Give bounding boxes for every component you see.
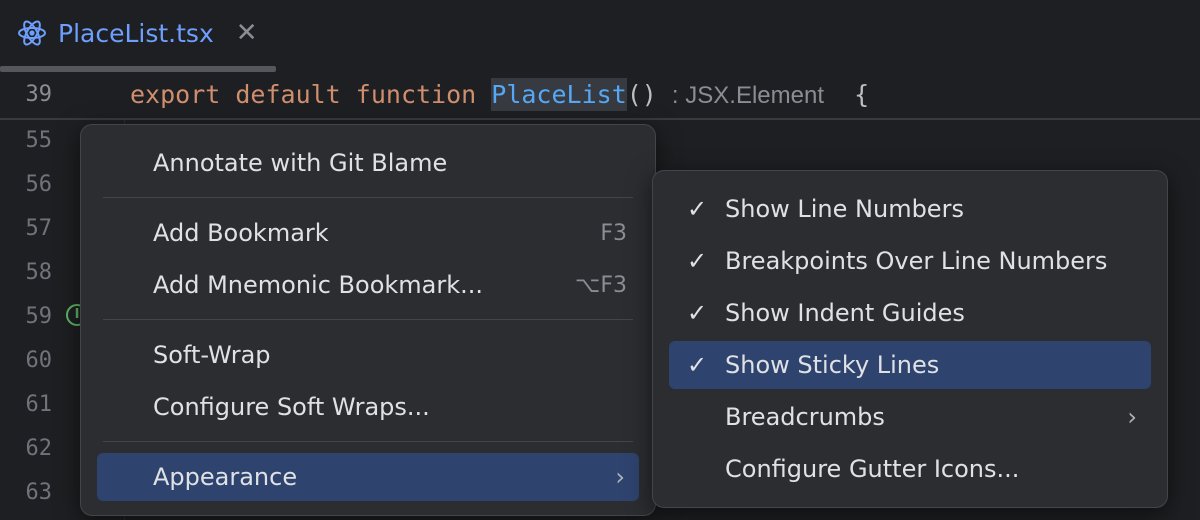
- menu-item-show-line-numbers[interactable]: ✓ Show Line Numbers: [669, 185, 1151, 233]
- line-number: 57: [25, 216, 53, 241]
- editor-gutter-context-menu: Annotate with Git Blame Add Bookmark F3 …: [80, 124, 656, 516]
- close-icon[interactable]: ✕: [236, 18, 258, 48]
- line-number: 55: [25, 128, 53, 153]
- menu-item-breakpoints-over-line-numbers[interactable]: ✓ Breakpoints Over Line Numbers: [669, 237, 1151, 285]
- sticky-line[interactable]: 39 export default function PlaceList() :…: [0, 74, 1200, 120]
- menu-item-label: Breakpoints Over Line Numbers: [725, 247, 1108, 275]
- type-hint: : JSX.Element: [671, 82, 824, 109]
- menu-item-configure-gutter-icons[interactable]: Configure Gutter Icons...: [669, 445, 1151, 493]
- chevron-right-icon: ›: [615, 463, 625, 491]
- menu-item-label: Show Indent Guides: [725, 299, 965, 327]
- menu-item-add-bookmark[interactable]: Add Bookmark F3: [97, 209, 639, 257]
- menu-item-label: Configure Soft Wraps...: [153, 393, 430, 421]
- menu-item-breadcrumbs[interactable]: Breadcrumbs ›: [669, 393, 1151, 441]
- menu-item-label: Soft-Wrap: [153, 341, 271, 369]
- sticky-code: export default function PlaceList() : JS…: [130, 78, 870, 111]
- menu-item-label: Add Mnemonic Bookmark...: [153, 271, 484, 299]
- menu-item-label: Appearance: [153, 463, 298, 491]
- chevron-right-icon: ›: [1127, 403, 1137, 431]
- keyword-export: export: [130, 80, 221, 109]
- function-name[interactable]: PlaceList: [491, 78, 627, 111]
- parens: (): [626, 80, 657, 109]
- shortcut-label: ⌥F3: [574, 272, 627, 298]
- menu-separator: [103, 319, 633, 320]
- menu-separator: [103, 441, 633, 442]
- appearance-submenu: ✓ Show Line Numbers ✓ Breakpoints Over L…: [652, 170, 1168, 508]
- menu-item-annotate-git-blame[interactable]: Annotate with Git Blame: [97, 139, 639, 187]
- open-brace: {: [854, 80, 870, 109]
- react-icon: [18, 20, 46, 46]
- line-number: 39: [25, 82, 53, 107]
- menu-item-soft-wrap[interactable]: Soft-Wrap: [97, 331, 639, 379]
- menu-item-label: Breadcrumbs: [725, 403, 885, 431]
- line-number: 60: [25, 348, 53, 373]
- check-icon: ✓: [687, 247, 708, 275]
- editor-tab-bar: PlaceList.tsx ✕: [0, 0, 1200, 72]
- keyword-default: default: [235, 80, 341, 109]
- check-icon: ✓: [687, 299, 708, 327]
- menu-item-label: Add Bookmark: [153, 219, 329, 247]
- line-number: 58: [25, 260, 53, 285]
- tab-placelist[interactable]: PlaceList.tsx ✕: [0, 0, 258, 66]
- menu-item-configure-soft-wraps[interactable]: Configure Soft Wraps...: [97, 383, 639, 431]
- menu-item-show-sticky-lines[interactable]: ✓ Show Sticky Lines: [669, 341, 1151, 389]
- active-tab-indicator: [0, 66, 276, 72]
- menu-item-show-indent-guides[interactable]: ✓ Show Indent Guides: [669, 289, 1151, 337]
- line-number: 56: [25, 172, 53, 197]
- tab-title: PlaceList.tsx: [58, 18, 214, 48]
- check-icon: ✓: [687, 351, 708, 379]
- menu-separator: [103, 197, 633, 198]
- line-number: 63: [25, 480, 53, 505]
- check-icon: ✓: [687, 195, 708, 223]
- shortcut-label: F3: [600, 220, 627, 246]
- menu-item-label: Show Line Numbers: [725, 195, 964, 223]
- menu-item-label: Configure Gutter Icons...: [725, 455, 1020, 483]
- menu-item-appearance[interactable]: Appearance ›: [97, 453, 639, 501]
- keyword-function: function: [355, 80, 477, 109]
- line-number: 59: [25, 304, 53, 329]
- menu-item-label: Show Sticky Lines: [725, 351, 940, 379]
- line-number: 62: [25, 436, 53, 461]
- menu-item-add-mnemonic-bookmark[interactable]: Add Mnemonic Bookmark... ⌥F3: [97, 261, 639, 309]
- menu-item-label: Annotate with Git Blame: [153, 149, 448, 177]
- line-number: 61: [25, 392, 53, 417]
